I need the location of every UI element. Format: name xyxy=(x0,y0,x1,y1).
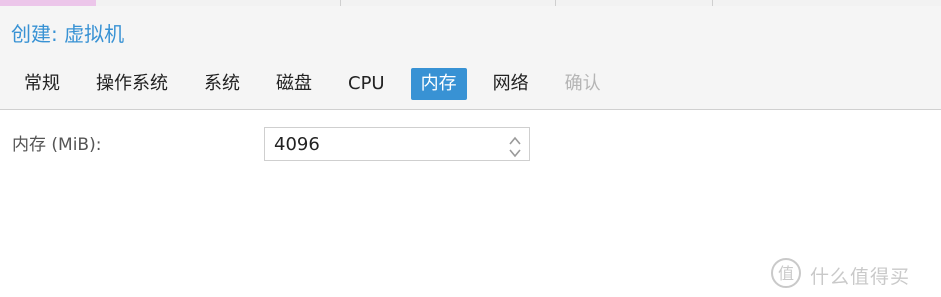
memory-form-row: 内存 (MiB): xyxy=(12,127,542,163)
tab-general[interactable]: 常规 xyxy=(14,68,70,100)
memory-label: 内存 (MiB): xyxy=(12,135,102,155)
wizard-tab-bar: 常规 操作系统 系统 磁盘 CPU 内存 网络 确认 xyxy=(14,68,627,100)
watermark: 值 什么值得买 xyxy=(770,257,910,293)
dialog-header: 创建: 虚拟机 常规 操作系统 系统 磁盘 CPU 内存 网络 确认 xyxy=(0,6,941,110)
zhide-logo-icon: 值 xyxy=(770,257,802,293)
spin-buttons xyxy=(507,132,523,158)
memory-spinner xyxy=(264,127,530,161)
tab-os[interactable]: 操作系统 xyxy=(86,68,178,100)
tab-disk[interactable]: 磁盘 xyxy=(266,68,322,100)
watermark-text: 什么值得买 xyxy=(810,265,911,288)
svg-text:值: 值 xyxy=(778,264,794,283)
tab-cpu[interactable]: CPU xyxy=(338,68,395,100)
tab-confirm: 确认 xyxy=(564,73,601,94)
tab-network[interactable]: 网络 xyxy=(483,68,539,100)
create-vm-dialog: 创建: 虚拟机 常规 操作系统 系统 磁盘 CPU 内存 网络 确认 内存 (M… xyxy=(0,6,941,297)
tab-memory[interactable]: 内存 xyxy=(410,68,467,100)
dialog-title: 创建: 虚拟机 xyxy=(11,22,125,46)
spin-down-icon[interactable] xyxy=(507,144,523,158)
memory-input[interactable] xyxy=(265,128,495,160)
spin-up-icon[interactable] xyxy=(507,132,523,145)
tab-system[interactable]: 系统 xyxy=(194,68,250,100)
